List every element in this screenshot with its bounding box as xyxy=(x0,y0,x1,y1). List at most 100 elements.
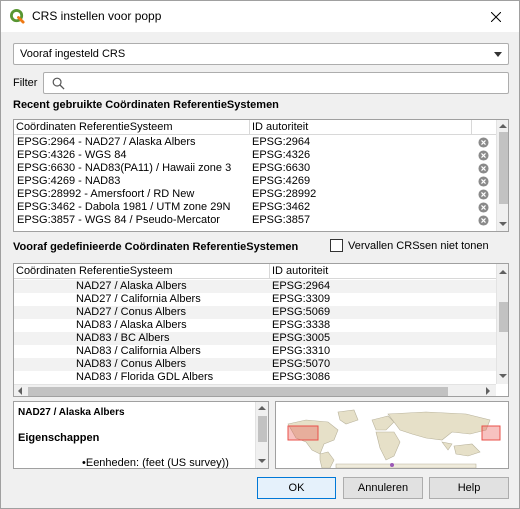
column-header-crs[interactable]: Coördinaten ReferentieSysteem xyxy=(14,264,270,279)
table-row[interactable]: NAD83 / BC Albers EPSG:3005 xyxy=(14,332,496,345)
authority-id: EPSG:4326 xyxy=(252,149,311,161)
extent-box-east xyxy=(481,425,501,441)
recent-vertical-scrollbar[interactable] xyxy=(496,120,508,231)
recent-table-body: EPSG:2964 - NAD27 / Alaska Albers EPSG:2… xyxy=(14,136,496,231)
help-button[interactable]: Help xyxy=(429,477,509,499)
authority-id: EPSG:3086 xyxy=(272,371,331,383)
table-row[interactable]: NAD27 / Conus Albers EPSG:5069 xyxy=(14,306,496,319)
crs-name: NAD27 / Alaska Albers xyxy=(76,280,187,292)
authority-id: EPSG:3005 xyxy=(272,332,331,344)
crs-info-panel: NAD27 / Alaska Albers Eigenschappen •Een… xyxy=(13,401,269,469)
scroll-up-icon[interactable] xyxy=(499,270,507,274)
crs-name: EPSG:2964 - NAD27 / Alaska Albers xyxy=(17,136,196,148)
crs-name: NAD27 / Conus Albers xyxy=(76,306,187,318)
column-header-authority-id[interactable]: ID autoriteit xyxy=(270,264,496,279)
crs-name: EPSG:4269 - NAD83 xyxy=(17,175,121,187)
remove-icon[interactable] xyxy=(478,189,489,200)
crs-name: EPSG:3462 - Dabola 1981 / UTM zone 29N xyxy=(17,201,231,213)
scroll-up-icon[interactable] xyxy=(258,406,266,410)
predefined-table-body: NAD27 / Alaska Albers EPSG:2964 NAD27 / … xyxy=(14,280,496,384)
scroll-up-icon[interactable] xyxy=(499,124,507,128)
remove-icon[interactable] xyxy=(478,215,489,226)
filter-field[interactable] xyxy=(43,72,509,94)
qgis-icon xyxy=(10,9,25,24)
filter-input[interactable] xyxy=(72,74,502,92)
predefined-crs-heading: Vooraf gedefinieerde Coördinaten Referen… xyxy=(13,241,299,253)
extent-box-west xyxy=(287,425,319,441)
authority-id: EPSG:3857 xyxy=(252,214,311,226)
table-row[interactable]: NAD83 / California Albers EPSG:3310 xyxy=(14,345,496,358)
hide-deprecated-checkbox[interactable] xyxy=(330,239,343,252)
crosshair-marker xyxy=(390,463,394,467)
crs-name: NAD83 / BC Albers xyxy=(76,332,170,344)
authority-id: EPSG:4269 xyxy=(252,175,311,187)
preset-crs-value: Vooraf ingesteld CRS xyxy=(20,48,126,60)
recent-table-header: Coördinaten ReferentieSysteem ID autorit… xyxy=(14,120,496,135)
close-button[interactable] xyxy=(473,1,519,32)
authority-id: EPSG:28992 xyxy=(252,188,317,200)
world-map-preview xyxy=(276,402,508,468)
authority-id: EPSG:3338 xyxy=(272,319,331,331)
crs-name: NAD83 / Florida GDL Albers xyxy=(76,371,214,383)
predefined-table-header: Coördinaten ReferentieSysteem ID autorit… xyxy=(14,264,496,279)
crs-name: NAD83 / Alaska Albers xyxy=(76,319,187,331)
crs-dialog: CRS instellen voor popp Vooraf ingesteld… xyxy=(0,0,520,509)
crs-name: EPSG:4326 - WGS 84 xyxy=(17,149,127,161)
authority-id: EPSG:3310 xyxy=(272,345,331,357)
remove-icon[interactable] xyxy=(478,176,489,187)
remove-icon[interactable] xyxy=(478,150,489,161)
recent-crs-heading: Recent gebruikte Coördinaten ReferentieS… xyxy=(13,99,279,111)
info-vertical-scrollbar[interactable] xyxy=(255,402,268,468)
authority-id: EPSG:3309 xyxy=(272,293,331,305)
column-header-crs[interactable]: Coördinaten ReferentieSysteem xyxy=(14,120,250,135)
authority-id: EPSG:5069 xyxy=(272,306,331,318)
preset-crs-dropdown[interactable]: Vooraf ingesteld CRS xyxy=(13,43,509,65)
ok-button[interactable]: OK xyxy=(257,477,336,499)
scrollbar-thumb[interactable] xyxy=(499,302,508,332)
remove-icon[interactable] xyxy=(478,137,489,148)
authority-id: EPSG:2964 xyxy=(252,136,311,148)
table-row[interactable]: NAD83 / Conus Albers EPSG:5070 xyxy=(14,358,496,371)
properties-heading: Eigenschappen xyxy=(18,432,100,444)
filter-label: Filter xyxy=(13,77,38,89)
title-bar: CRS instellen voor popp xyxy=(1,1,519,32)
selected-crs-title: NAD27 / Alaska Albers xyxy=(18,407,125,418)
remove-icon[interactable] xyxy=(478,202,489,213)
scroll-down-icon[interactable] xyxy=(499,374,507,378)
authority-id: EPSG:6630 xyxy=(252,162,311,174)
remove-icon[interactable] xyxy=(478,163,489,174)
search-icon xyxy=(52,77,65,90)
column-header-authority-id[interactable]: ID autoriteit xyxy=(250,120,472,135)
scroll-down-icon[interactable] xyxy=(499,222,507,226)
close-icon xyxy=(491,11,501,22)
crs-name: EPSG:3857 - WGS 84 / Pseudo-Mercator xyxy=(17,214,220,226)
scrollbar-thumb[interactable] xyxy=(499,132,508,204)
scroll-down-icon[interactable] xyxy=(258,459,266,463)
scrollbar-thumb[interactable] xyxy=(28,387,448,396)
crs-name: NAD83 / Conus Albers xyxy=(76,358,187,370)
crs-name: EPSG:28992 - Amersfoort / RD New xyxy=(17,188,195,200)
authority-id: EPSG:2964 xyxy=(272,280,331,292)
table-row[interactable]: NAD27 / California Albers EPSG:3309 xyxy=(14,293,496,306)
recent-crs-table: Coördinaten ReferentieSysteem ID autorit… xyxy=(13,119,509,232)
scrollbar-thumb[interactable] xyxy=(258,416,267,442)
hide-deprecated-label[interactable]: Vervallen CRSsen niet tonen xyxy=(348,240,489,252)
predefined-horizontal-scrollbar[interactable] xyxy=(14,384,496,396)
table-row[interactable]: NAD83 / Florida GDL Albers EPSG:3086 xyxy=(14,371,496,384)
units-property: •Eenheden: (feet (US survey)) xyxy=(82,457,229,469)
crs-name: NAD27 / California Albers xyxy=(76,293,201,305)
crs-name: EPSG:6630 - NAD83(PA11) / Hawaii zone 3 xyxy=(17,162,232,174)
crs-extent-map xyxy=(275,401,509,469)
scroll-left-icon[interactable] xyxy=(18,387,22,395)
chevron-down-icon xyxy=(494,52,502,57)
authority-id: EPSG:3462 xyxy=(252,201,311,213)
crs-name: NAD83 / California Albers xyxy=(76,345,201,357)
predefined-crs-table: Coördinaten ReferentieSysteem ID autorit… xyxy=(13,263,509,397)
predefined-vertical-scrollbar[interactable] xyxy=(496,264,508,384)
table-row[interactable]: NAD27 / Alaska Albers EPSG:2964 xyxy=(14,280,496,293)
table-row[interactable]: NAD83 / Alaska Albers EPSG:3338 xyxy=(14,319,496,332)
authority-id: EPSG:5070 xyxy=(272,358,331,370)
scroll-right-icon[interactable] xyxy=(486,387,490,395)
cancel-button[interactable]: Annuleren xyxy=(343,477,423,499)
window-title: CRS instellen voor popp xyxy=(32,9,162,23)
